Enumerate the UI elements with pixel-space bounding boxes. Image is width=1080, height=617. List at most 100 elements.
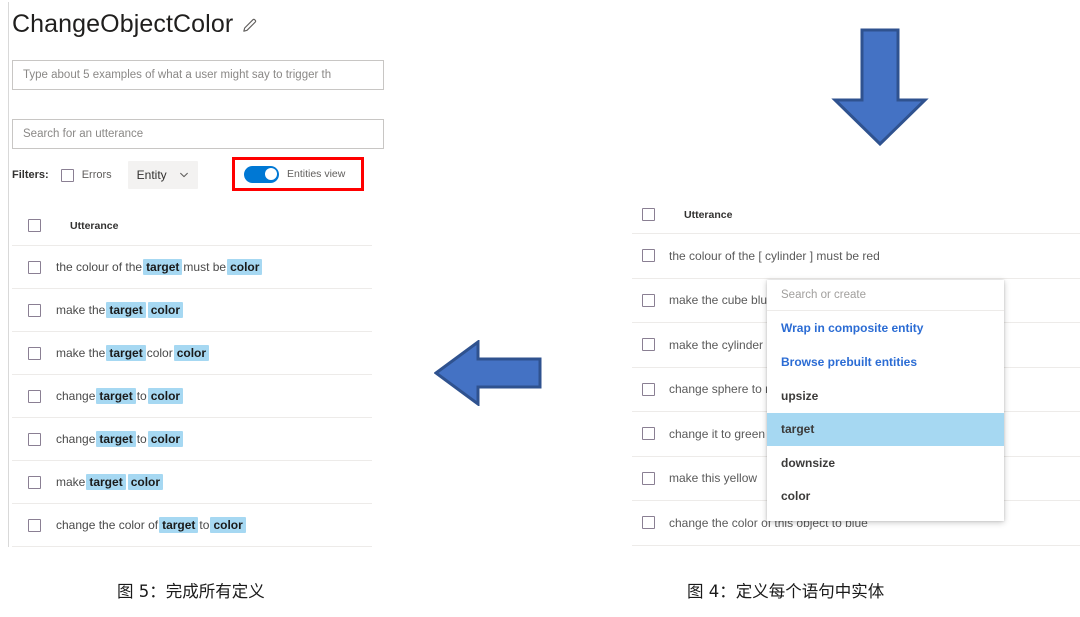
- select-all-checkbox[interactable]: [642, 208, 655, 221]
- entity-tag[interactable]: color: [173, 345, 210, 361]
- utterance-token: must be: [183, 260, 227, 274]
- left-table-body: the colour of the target must be color ma…: [12, 246, 372, 547]
- left-figure-panel: ChangeObjectColor Type about 5 examples …: [0, 0, 384, 560]
- filters-label: Filters:: [12, 169, 49, 181]
- examples-input[interactable]: Type about 5 examples of what a user mig…: [12, 60, 384, 90]
- entity-picker-search-input[interactable]: Search or create: [767, 280, 1004, 311]
- utterance-text: change target to color: [55, 431, 184, 447]
- utterance-token: change: [56, 389, 96, 403]
- utterance-text: the colour of the target must be color: [55, 259, 263, 275]
- row-checkbox[interactable]: [28, 303, 41, 317]
- page-title: ChangeObjectColor: [12, 10, 234, 38]
- utterance-text: make this yellow: [669, 471, 758, 486]
- entity-picker-option[interactable]: downsize: [767, 446, 1004, 480]
- table-row[interactable]: change target to color: [12, 418, 372, 461]
- errors-filter-label: Errors: [81, 169, 112, 181]
- utterance-token: change: [56, 432, 96, 446]
- column-header-utterance: Utterance: [684, 208, 733, 221]
- row-checkbox[interactable]: [28, 518, 41, 532]
- search-utterance-input[interactable]: Search for an utterance: [12, 119, 384, 149]
- row-checkbox[interactable]: [28, 389, 41, 403]
- utterance-text: the colour of the [ cylinder ] must be r…: [669, 248, 880, 263]
- entity-tag[interactable]: color: [147, 302, 184, 318]
- arrow-left-icon: [433, 339, 542, 407]
- entity-tag[interactable]: color: [210, 517, 246, 533]
- table-row[interactable]: the colour of the [ cylinder ] must be r…: [632, 234, 1080, 279]
- entity-picker-dropdown[interactable]: Search or create Wrap in composite entit…: [767, 280, 1004, 521]
- entity-picker-footer-space: [767, 513, 1004, 521]
- select-all-checkbox[interactable]: [28, 219, 41, 232]
- table-row[interactable]: change the color of target to color: [12, 504, 372, 547]
- examples-input-placeholder: Type about 5 examples of what a user mig…: [23, 69, 332, 81]
- entity-tag[interactable]: target: [96, 388, 136, 404]
- row-checkbox[interactable]: [28, 260, 41, 274]
- table-row[interactable]: make target color: [12, 461, 372, 504]
- entity-tag[interactable]: target: [143, 259, 183, 275]
- entity-picker-link[interactable]: Browse prebuilt entities: [767, 345, 1004, 379]
- entity-tag[interactable]: color: [127, 474, 164, 490]
- utterance-token: to: [136, 432, 147, 446]
- entity-picker-links: Wrap in composite entity Browse prebuilt …: [767, 311, 1004, 379]
- entity-picker-search-placeholder: Search or create: [781, 289, 867, 301]
- entities-view-highlight-box: Entities view: [232, 157, 364, 191]
- utterance-token: make the: [56, 346, 106, 360]
- row-checkbox[interactable]: [642, 293, 655, 307]
- table-header-row: Utterance: [632, 196, 1080, 234]
- entities-view-toggle[interactable]: [244, 165, 279, 183]
- row-checkbox[interactable]: [28, 432, 41, 446]
- entities-view-toggle-label: Entities view: [287, 168, 346, 180]
- utterance-token: the colour of the: [56, 260, 143, 274]
- entity-picker-link[interactable]: Wrap in composite entity: [767, 311, 1004, 345]
- row-checkbox[interactable]: [28, 475, 41, 489]
- chevron-down-icon: [179, 170, 189, 180]
- row-checkbox[interactable]: [642, 338, 655, 352]
- utterance-token: to: [199, 518, 210, 532]
- toggle-knob: [264, 168, 277, 180]
- row-checkbox[interactable]: [642, 516, 655, 530]
- entity-tag[interactable]: color: [147, 431, 184, 447]
- row-checkbox[interactable]: [642, 382, 655, 396]
- row-checkbox[interactable]: [642, 427, 655, 441]
- column-header-utterance: Utterance: [70, 219, 119, 232]
- filters-bar: Filters: Errors Entity: [12, 160, 198, 190]
- table-row[interactable]: make the target color: [12, 289, 372, 332]
- row-checkbox[interactable]: [642, 471, 655, 485]
- utterance-text: make target color: [55, 474, 164, 490]
- utterance-token: to: [136, 389, 147, 403]
- errors-filter-checkbox[interactable]: [60, 168, 74, 182]
- table-row[interactable]: make the target color color: [12, 332, 372, 375]
- entity-filter-label: Entity: [136, 168, 167, 182]
- utterance-text: change the color of target to color: [55, 517, 246, 533]
- entity-tag[interactable]: color: [227, 259, 263, 275]
- utterance-text: change sphere to red: [669, 382, 783, 397]
- search-utterance-placeholder: Search for an utterance: [23, 128, 144, 140]
- utterance-token: make: [56, 475, 86, 489]
- entity-filter-dropdown[interactable]: Entity: [127, 161, 198, 189]
- left-utterance-table: Utterance the colour of the target must …: [12, 206, 372, 547]
- utterance-text: make the cube blue: [669, 293, 774, 308]
- entity-picker-option[interactable]: upsize: [767, 379, 1004, 413]
- entity-tag[interactable]: target: [86, 474, 126, 490]
- utterance-token: make the: [56, 303, 106, 317]
- entity-tag[interactable]: target: [159, 517, 199, 533]
- utterance-text: make the target color: [55, 302, 184, 318]
- entity-picker-option[interactable]: target: [767, 412, 1004, 446]
- utterance-text: make the target color color: [55, 345, 210, 361]
- row-checkbox[interactable]: [642, 249, 655, 263]
- utterance-text: change target to color: [55, 388, 184, 404]
- row-checkbox[interactable]: [28, 346, 41, 360]
- entity-picker-options: upsize target downsize color: [767, 379, 1004, 513]
- utterance-text: change it to green: [669, 426, 766, 441]
- entity-picker-option[interactable]: color: [767, 480, 1004, 514]
- entity-tag[interactable]: target: [106, 345, 146, 361]
- table-header-row: Utterance: [12, 206, 372, 246]
- table-row[interactable]: the colour of the target must be color: [12, 246, 372, 289]
- entity-tag[interactable]: target: [106, 302, 146, 318]
- entity-tag[interactable]: color: [147, 388, 184, 404]
- app-title-row: ChangeObjectColor: [12, 12, 258, 37]
- pencil-icon[interactable]: [241, 17, 258, 34]
- entity-tag[interactable]: target: [96, 431, 136, 447]
- arrow-down-icon: [826, 28, 934, 147]
- table-row[interactable]: change target to color: [12, 375, 372, 418]
- utterance-token: color: [146, 346, 173, 360]
